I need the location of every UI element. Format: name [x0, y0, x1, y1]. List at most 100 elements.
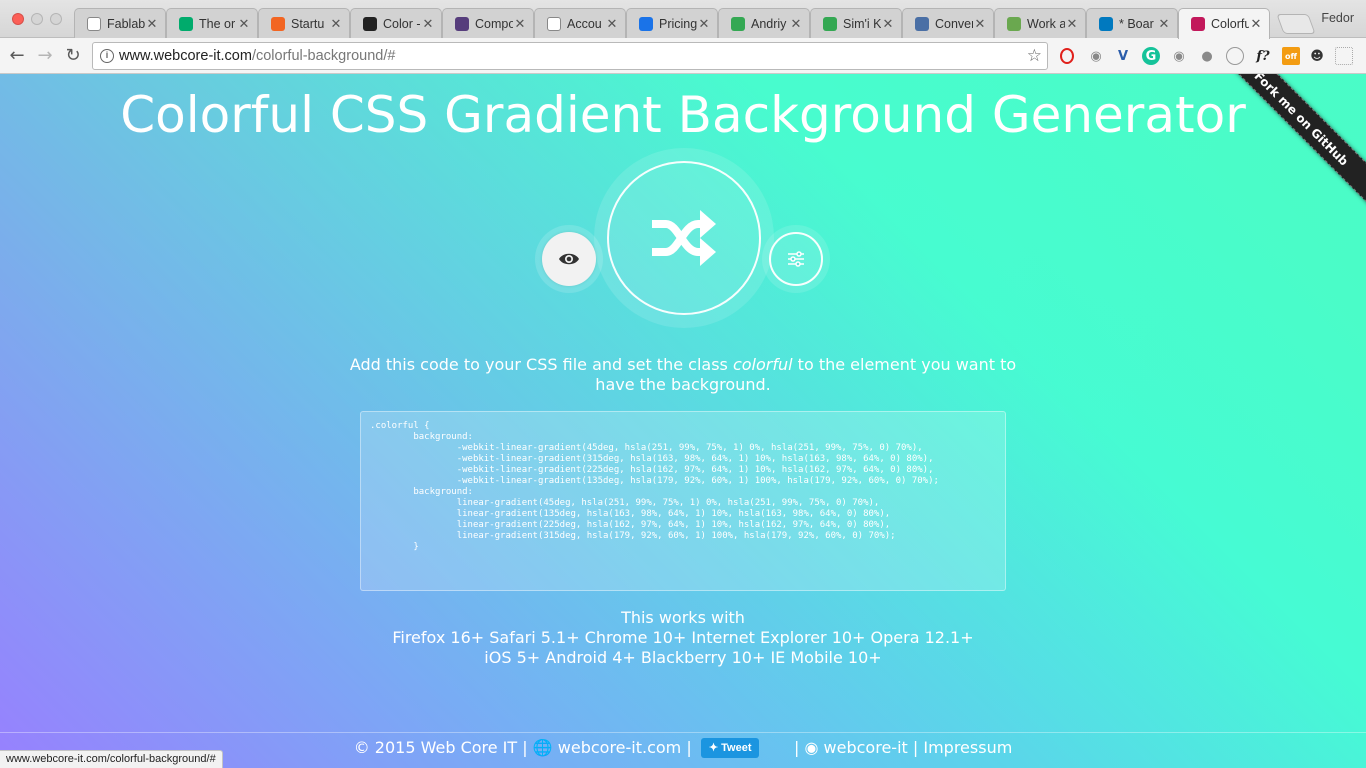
ycombinator-icon: [271, 16, 285, 31]
browser-tab-bar: Fablab ✕ The or ✕ Startu ✕ Color - ✕ Compo ✕ Accou…: [0, 0, 1366, 39]
tab-close-icon[interactable]: ✕: [881, 16, 895, 32]
tweet-button[interactable]: ✦ Tweet: [700, 738, 760, 758]
browser-tab[interactable]: Fablab ✕: [74, 8, 166, 38]
mobile-browsers-list: iOS 5+ Android 4+ Blackberry 10+ IE Mobi…: [484, 648, 882, 667]
browser-tab[interactable]: Conver ✕: [902, 8, 994, 38]
opera-extension-icon[interactable]: [1060, 48, 1074, 64]
instructions-text: Add this code to your CSS file and set t…: [340, 355, 1026, 395]
camera-extension-icon[interactable]: ◉: [1087, 47, 1105, 65]
github-link[interactable]: webcore-it: [824, 738, 908, 757]
browser-tab[interactable]: Andriy ✕: [718, 8, 810, 38]
page-extension-icon[interactable]: [1226, 47, 1244, 65]
reload-button[interactable]: ↻: [62, 45, 84, 67]
tab-close-icon[interactable]: ✕: [973, 16, 987, 32]
profile-name[interactable]: Fedor: [1321, 11, 1354, 25]
browser-tab[interactable]: Pricing ✕: [626, 8, 718, 38]
page-title: Colorful CSS Gradient Background Generat…: [120, 86, 1246, 144]
compatibility-section: This works with Firefox 16+ Safari 5.1+ …: [0, 608, 1366, 668]
tab-strip: Fablab ✕ The or ✕ Startu ✕ Color - ✕ Compo ✕ Accou…: [74, 8, 1270, 39]
browser-tab[interactable]: * Boar ✕: [1086, 8, 1178, 38]
browser-tab[interactable]: The or ✕: [166, 8, 258, 38]
tab-title: Accou: [567, 16, 602, 31]
instructions-before: Add this code to your CSS file and set t…: [349, 355, 733, 374]
page-content: Colorful CSS Gradient Background Generat…: [0, 74, 1366, 768]
browser-tab[interactable]: Accou ✕: [534, 8, 626, 38]
css-code-block[interactable]: .colorful { background: -webkit-linear-g…: [360, 411, 1006, 591]
tab-close-icon[interactable]: ✕: [421, 16, 435, 32]
tweet-label: Tweet: [721, 742, 752, 754]
shuffle-button[interactable]: [607, 161, 761, 315]
instructions-class-name: colorful: [732, 355, 793, 374]
shield-extension-icon[interactable]: ◉: [1170, 47, 1188, 65]
impressum-link[interactable]: Impressum: [923, 738, 1012, 757]
document-icon: [547, 16, 561, 31]
browser-tab[interactable]: Colorfu ✕: [1178, 8, 1270, 39]
tab-close-icon[interactable]: ✕: [329, 16, 343, 32]
tab-close-icon[interactable]: ✕: [1249, 16, 1263, 32]
chat-icon: [915, 16, 929, 31]
bootstrap-icon: [455, 16, 469, 31]
grid-extension-icon[interactable]: [1335, 47, 1353, 65]
tab-close-icon[interactable]: ✕: [697, 16, 711, 32]
bookmark-star-icon[interactable]: ☆: [1027, 43, 1042, 69]
browser-tab[interactable]: Startu ✕: [258, 8, 350, 38]
address-path: /colorful-background/#: [251, 48, 396, 64]
colorful-icon: [1191, 17, 1205, 31]
grammarly-extension-icon[interactable]: G: [1142, 47, 1160, 65]
tab-title: Pricing: [659, 16, 697, 31]
address-bar[interactable]: i www.webcore-it.com/colorful-background…: [92, 42, 1048, 70]
tab-close-icon[interactable]: ✕: [145, 16, 159, 32]
browser-tab[interactable]: Compo ✕: [442, 8, 534, 38]
flag-icon: [363, 16, 377, 31]
tab-close-icon[interactable]: ✕: [789, 16, 803, 32]
tab-title: Conver: [935, 16, 973, 31]
footer-separator: |: [912, 738, 924, 757]
eye-icon: [559, 253, 579, 265]
tab-close-icon[interactable]: ✕: [1157, 16, 1171, 32]
tab-title: Colorfu: [1211, 17, 1249, 31]
github-icon: ◉: [804, 738, 819, 757]
preview-button[interactable]: [542, 232, 596, 286]
window-maximize-button[interactable]: [50, 13, 62, 25]
tab-title: Fablab: [107, 16, 145, 31]
coupon-extension-icon[interactable]: off: [1282, 47, 1300, 65]
vimium-extension-icon[interactable]: V: [1114, 47, 1132, 65]
loading-icon: [639, 16, 653, 31]
address-host: www.webcore-it.com: [119, 48, 252, 64]
back-button[interactable]: ←: [6, 45, 28, 67]
tab-title: Andriy: [751, 16, 787, 31]
twitter-bird-icon: ✦: [708, 742, 722, 754]
window-controls: [12, 13, 62, 25]
palette-extension-icon[interactable]: ●: [1198, 47, 1216, 65]
works-with-heading: This works with: [621, 608, 745, 627]
globe-icon: [1007, 16, 1021, 31]
forward-button[interactable]: →: [34, 45, 56, 67]
new-tab-button[interactable]: [1276, 14, 1316, 34]
tab-close-icon[interactable]: ✕: [605, 16, 619, 32]
browser-tab[interactable]: Work a ✕: [994, 8, 1086, 38]
maps-icon: [731, 16, 745, 31]
tab-close-icon[interactable]: ✕: [237, 16, 251, 32]
browser-tab[interactable]: Sim'i K ✕: [810, 8, 902, 38]
footer-separator: |: [522, 738, 533, 757]
medium-icon: [179, 16, 193, 31]
tab-title: Sim'i K: [843, 16, 881, 31]
footer-separator: |: [768, 738, 805, 757]
browser-toolbar: ← → ↻ i www.webcore-it.com/colorful-back…: [0, 38, 1366, 74]
trello-icon: [1099, 16, 1113, 31]
website-link[interactable]: webcore-it.com: [558, 738, 682, 757]
window-close-button[interactable]: [12, 13, 24, 25]
window-minimize-button[interactable]: [31, 13, 43, 25]
tab-close-icon[interactable]: ✕: [513, 16, 527, 32]
tab-close-icon[interactable]: ✕: [1065, 16, 1079, 32]
shuffle-icon: [652, 210, 716, 266]
status-bar-url: www.webcore-it.com/colorful-background/#: [0, 750, 223, 768]
tab-title: Startu: [291, 16, 325, 31]
desktop-browsers-list: Firefox 16+ Safari 5.1+ Chrome 10+ Inter…: [392, 628, 974, 647]
settings-button[interactable]: [769, 232, 823, 286]
site-info-icon[interactable]: i: [100, 49, 114, 63]
font-extension-icon[interactable]: f?: [1254, 47, 1272, 65]
browser-tab[interactable]: Color - ✕: [350, 8, 442, 38]
privacy-extension-icon[interactable]: ☻: [1308, 47, 1326, 65]
tab-title: Compo: [475, 16, 513, 31]
